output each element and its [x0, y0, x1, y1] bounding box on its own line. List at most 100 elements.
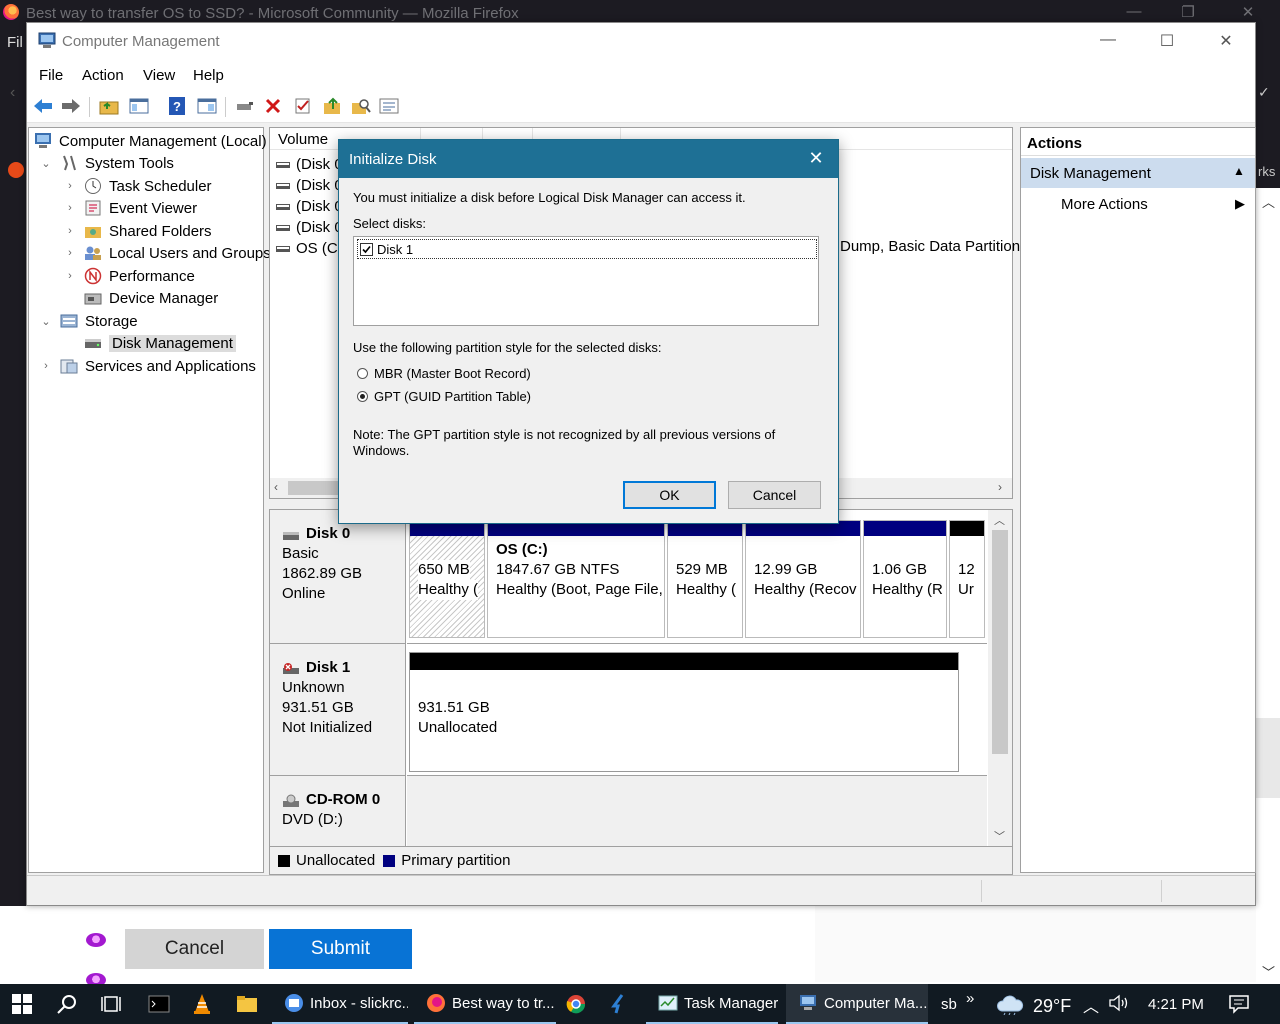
show-hide-tree-icon[interactable] — [127, 94, 151, 118]
partition-4[interactable]: 1.06 GB Healthy (R — [863, 520, 947, 638]
partition-2[interactable]: 529 MB Healthy ( — [667, 520, 743, 638]
partition-5[interactable]: 12 Ur — [949, 520, 985, 638]
taskbar-app-computer-management[interactable]: Computer Ma... — [786, 984, 928, 1024]
vlc-icon[interactable] — [192, 993, 212, 1018]
menu-action[interactable]: Action — [82, 67, 124, 84]
disk-1-label[interactable]: Disk 1 Unknown 931.51 GB Not Initialized — [270, 644, 406, 776]
disk-listbox[interactable]: Disk 1 — [353, 236, 819, 326]
weather-icon[interactable] — [996, 993, 1024, 1018]
web-submit-button[interactable]: Submit — [269, 929, 412, 969]
vertical-scrollbar[interactable]: ︿ ﹀ — [988, 510, 1012, 846]
console-view-icon[interactable] — [195, 94, 219, 118]
firefox-minimize-button[interactable]: — — [1114, 3, 1154, 20]
gpt-radio[interactable] — [357, 391, 368, 402]
tree-root[interactable]: Computer Management (Local) — [33, 130, 267, 152]
tray-overflow-chevron[interactable]: » — [966, 990, 974, 1007]
show-hidden-icons-icon[interactable]: ︿ — [1083, 993, 1099, 1017]
volume-row[interactable]: OS (C:) — [276, 238, 347, 259]
taskbar-app-firefox[interactable]: Best way to tr... — [414, 984, 556, 1024]
tree-item-local-users-and-groups[interactable]: › Local Users and Groups — [63, 242, 271, 264]
cdrom-0-label[interactable]: CD-ROM 0 DVD (D:) — [270, 776, 406, 846]
reaction-icon[interactable] — [86, 933, 106, 947]
tree-item-device-manager[interactable]: Device Manager — [63, 287, 218, 309]
temperature[interactable]: 29°F — [1033, 996, 1071, 1017]
forward-arrow-icon[interactable] — [59, 94, 83, 118]
page-scroll-thumb[interactable] — [1256, 718, 1280, 798]
maximize-button[interactable]: ☐ — [1152, 31, 1182, 53]
back-icon[interactable]: ‹ — [10, 84, 15, 102]
connect-icon[interactable] — [233, 94, 257, 118]
unallocated-partition[interactable]: 931.51 GB Unallocated — [409, 652, 959, 772]
ok-button[interactable]: OK — [623, 481, 716, 509]
cancel-button[interactable]: Cancel — [728, 481, 821, 509]
partition-3[interactable]: 12.99 GB Healthy (Recov — [745, 520, 861, 638]
collapse-chevron-icon[interactable]: ⌄ — [39, 315, 53, 328]
properties-icon[interactable] — [377, 94, 401, 118]
more-actions[interactable]: More Actions — [1061, 196, 1148, 213]
web-cancel-button[interactable]: Cancel — [125, 929, 264, 969]
disk-0-label[interactable]: Disk 0 Basic 1862.89 GB Online — [270, 510, 406, 644]
partition-0[interactable]: 650 MB Healthy ( — [409, 520, 485, 638]
scroll-down-icon[interactable]: ﹀ — [1262, 962, 1275, 981]
search-icon[interactable] — [56, 994, 78, 1019]
actions-section-disk-management[interactable]: Disk Management ▲ — [1021, 158, 1255, 188]
volume-row[interactable]: (Disk 0 — [276, 196, 343, 217]
mbr-option[interactable]: MBR (Master Boot Record) — [357, 366, 531, 381]
up-folder-icon[interactable] — [97, 94, 121, 118]
expand-chevron-icon[interactable]: › — [39, 360, 53, 372]
tab-favicon-icon[interactable] — [8, 162, 24, 178]
tree-item-performance[interactable]: › Performance — [63, 265, 195, 287]
firefox-restore-button[interactable]: ❐ — [1168, 3, 1208, 21]
volume-row[interactable]: (Disk 0 — [276, 175, 343, 196]
help-icon[interactable]: ? — [165, 94, 189, 118]
dialog-close-button[interactable]: ✕ — [803, 148, 829, 170]
expand-chevron-icon[interactable]: › — [63, 225, 77, 237]
tree-item-task-scheduler[interactable]: › Task Scheduler — [63, 175, 211, 197]
disk-list-item[interactable]: Disk 1 — [357, 239, 817, 259]
clock[interactable]: 4:21 PM — [1148, 996, 1204, 1013]
minimize-button[interactable]: — — [1093, 31, 1123, 53]
tree-item-event-viewer[interactable]: › Event Viewer — [63, 197, 197, 219]
partition-os-c[interactable]: OS (C:) 1847.67 GB NTFS Healthy (Boot, P… — [487, 520, 665, 638]
collapse-icon[interactable]: ▲ — [1233, 164, 1245, 178]
mbr-radio[interactable] — [357, 368, 368, 379]
gpt-option[interactable]: GPT (GUID Partition Table) — [357, 389, 531, 404]
scroll-down-icon[interactable]: ﹀ — [994, 828, 1005, 844]
taskbar-app-task-manager[interactable]: Task Manager — [646, 984, 778, 1024]
expand-chevron-icon[interactable]: › — [63, 180, 77, 192]
tree-item-system-tools[interactable]: ⌄ System Tools — [39, 152, 174, 174]
volume-row[interactable]: (Disk 0 — [276, 154, 343, 175]
menu-view[interactable]: View — [143, 67, 175, 84]
scroll-thumb[interactable] — [288, 481, 340, 495]
delete-icon[interactable] — [261, 94, 285, 118]
scroll-up-icon[interactable]: ︿ — [1262, 192, 1275, 211]
start-button[interactable] — [12, 994, 32, 1017]
taskbar-app-outlook[interactable]: Inbox - slickrc... — [272, 984, 408, 1024]
search-icon[interactable] — [349, 94, 373, 118]
tree-item-shared-folders[interactable]: › Shared Folders — [63, 220, 211, 242]
notifications-icon[interactable] — [1228, 994, 1250, 1017]
firefox-menu-fragment[interactable]: Fil — [7, 34, 23, 51]
volume-row[interactable]: (Disk 0 — [276, 217, 343, 238]
task-view-icon[interactable] — [100, 994, 122, 1017]
menu-help[interactable]: Help — [193, 67, 224, 84]
volume-icon[interactable] — [1108, 993, 1132, 1016]
chrome-icon[interactable] — [566, 994, 586, 1017]
export-icon[interactable] — [321, 94, 345, 118]
scroll-left-icon[interactable]: ‹ — [274, 480, 278, 494]
column-header-volume[interactable]: Volume — [278, 131, 328, 148]
check-icon[interactable] — [291, 94, 315, 118]
terminal-icon[interactable] — [148, 994, 170, 1017]
scroll-right-icon[interactable]: › — [998, 480, 1002, 494]
menu-file[interactable]: File — [39, 67, 63, 84]
collapse-chevron-icon[interactable]: ⌄ — [39, 157, 53, 170]
app-icon[interactable] — [610, 994, 628, 1017]
close-button[interactable]: ✕ — [1211, 31, 1241, 53]
scroll-thumb[interactable] — [992, 530, 1008, 754]
expand-chevron-icon[interactable]: › — [63, 202, 77, 214]
tree-item-disk-management[interactable]: Disk Management — [63, 332, 236, 354]
expand-chevron-icon[interactable]: › — [63, 270, 77, 282]
tree-item-services-and-applications[interactable]: › Services and Applications — [39, 355, 256, 377]
tray-user[interactable]: sb — [941, 996, 957, 1013]
disk-checkbox[interactable] — [360, 242, 373, 256]
